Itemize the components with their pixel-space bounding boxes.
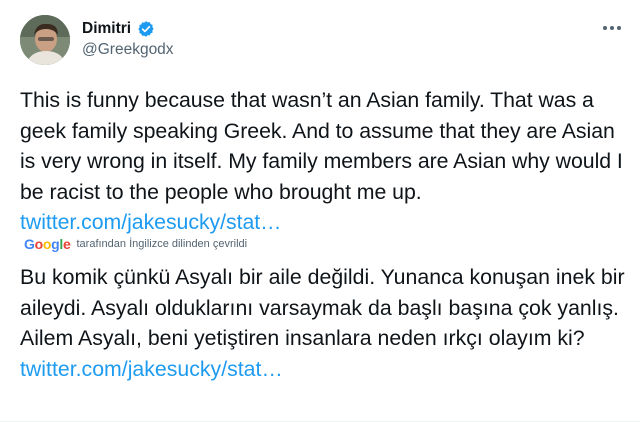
google-logo-letter: o <box>42 236 52 252</box>
dot <box>610 26 614 30</box>
more-options-icon[interactable] <box>600 20 624 36</box>
tweet-link[interactable]: twitter.com/jakesucky/stat… <box>20 210 281 234</box>
google-logo-letter: G <box>24 236 35 252</box>
translation-caption: tarafından İngilizce dilinden çevrildi <box>76 238 248 250</box>
dot <box>603 26 607 30</box>
tweet-text-content: This is funny because that wasn’t an Asi… <box>20 88 623 204</box>
avatar-image <box>20 15 70 65</box>
google-logo-letter: o <box>34 236 44 252</box>
name-row: Dimitri <box>82 20 155 38</box>
google-logo-letter: e <box>62 236 71 252</box>
translation-attribution[interactable]: Google tarafından İngilizce dilinden çev… <box>24 236 247 252</box>
translated-link[interactable]: twitter.com/jakesucky/stat… <box>20 357 283 381</box>
tweet-card: Dimitri @Greekgodx This is funny because… <box>0 0 640 422</box>
display-name[interactable]: Dimitri <box>82 20 131 38</box>
avatar[interactable] <box>20 15 70 65</box>
google-logo: Google <box>24 236 71 252</box>
translated-text-content: Bu komik çünkü Asyalı bir aile değildi. … <box>20 265 625 351</box>
tweet-text: This is funny because that wasn’t an Asi… <box>20 85 630 238</box>
user-handle[interactable]: @Greekgodx <box>82 41 174 59</box>
dot <box>617 26 621 30</box>
translated-text: Bu komik çünkü Asyalı bir aile değildi. … <box>20 262 630 384</box>
verified-badge-icon <box>137 20 155 38</box>
